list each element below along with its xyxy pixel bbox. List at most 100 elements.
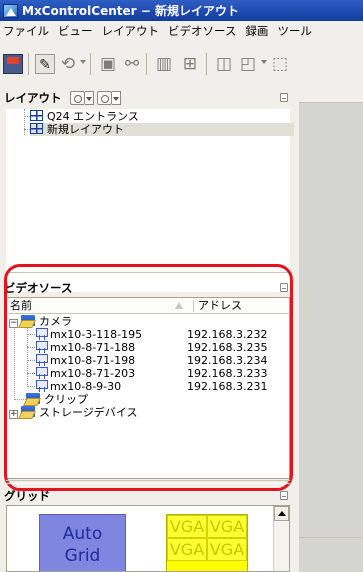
vga-grid-tile[interactable]: VGA VGA VGA VGA xyxy=(166,514,248,571)
layout-icon xyxy=(30,110,43,121)
video-source-list: 名前 アドレス − カメラ mx10-3-118-195 192.168.3.23… xyxy=(6,297,290,479)
camera-row[interactable]: mx10-8-71-203 xyxy=(35,367,135,380)
left-pane: レイアウト Q24 エントランス 新規レイアウト ビデオソース 名前 アドレス xyxy=(0,87,295,572)
scroll-up-icon[interactable] xyxy=(274,506,289,521)
window-add-icon[interactable]: ◰ xyxy=(238,54,258,74)
app-icon xyxy=(3,3,18,18)
camera-name: mx10-8-71-188 xyxy=(50,341,136,354)
layout-item[interactable]: Q24 エントランス xyxy=(30,110,143,123)
camera-name: mx10-3-118-195 xyxy=(50,328,143,341)
camera-address: 192.168.3.235 xyxy=(187,341,268,354)
camera-address: 192.168.3.233 xyxy=(187,367,268,380)
grid-list: Auto Grid VGA VGA VGA VGA xyxy=(6,505,290,572)
tree-guide xyxy=(27,334,35,335)
menu-recording[interactable]: 録画 xyxy=(242,23,274,39)
split-icon[interactable]: ▥ xyxy=(154,54,174,74)
refresh-dropdown-icon[interactable] xyxy=(80,60,86,64)
layout-item-label: 新規レイアウト xyxy=(47,123,124,136)
back-dropdown-icon[interactable] xyxy=(84,91,94,105)
camera-address: 192.168.3.234 xyxy=(187,354,268,367)
group-label: カメラ xyxy=(39,315,72,328)
vga-cell: VGA xyxy=(167,515,207,538)
column-separator[interactable] xyxy=(193,300,194,312)
camera-row[interactable]: mx10-3-118-195 xyxy=(35,328,142,341)
tree-group-clips[interactable]: クリップ xyxy=(26,393,88,406)
group-label: クリップ xyxy=(44,393,88,406)
pin-icon[interactable] xyxy=(280,283,288,292)
column-header-name[interactable]: 名前 xyxy=(7,298,193,314)
camera-icon xyxy=(35,380,48,392)
video-source-panel-title: ビデオソース xyxy=(4,281,73,295)
storage-folder-icon xyxy=(21,406,35,417)
menu-video-source[interactable]: ビデオソース xyxy=(165,23,242,39)
expand-icon[interactable]: + xyxy=(9,410,18,419)
video-source-panel-header: ビデオソース xyxy=(0,279,295,297)
layout-item-label: Q24 エントランス xyxy=(47,110,139,123)
camera-address: 192.168.3.231 xyxy=(187,380,268,393)
grid-panel-header: グリッド xyxy=(0,487,295,505)
grid-icon[interactable]: ⊞ xyxy=(180,54,200,74)
camera-name: mx10-8-9-30 xyxy=(50,380,122,393)
camera-icon xyxy=(35,367,48,379)
camera-row[interactable]: mx10-8-9-30 xyxy=(35,380,121,393)
save-icon[interactable] xyxy=(3,54,23,74)
tree-guide xyxy=(27,360,35,361)
camera-view-icon[interactable]: ▣ xyxy=(98,54,118,74)
camera-icon xyxy=(35,341,48,353)
clip-folder-icon xyxy=(26,393,40,404)
toolbar-separator xyxy=(90,53,91,75)
layout-item[interactable]: 新規レイアウト xyxy=(30,123,294,136)
refresh-icon[interactable]: ⟲ xyxy=(58,54,78,74)
camera-name: mx10-8-71-198 xyxy=(50,354,136,367)
camera-address: 192.168.3.232 xyxy=(187,328,268,341)
title-bar: MxControlCenter − 新規レイアウト xyxy=(0,0,363,21)
camera-row[interactable]: mx10-8-71-188 xyxy=(35,341,135,354)
video-area[interactable] xyxy=(295,87,363,572)
tree-group-cameras[interactable]: − カメラ xyxy=(9,315,72,328)
vga-cell: VGA xyxy=(167,538,207,561)
edit-layout-icon[interactable]: ✎ xyxy=(35,54,55,74)
forward-dropdown-icon[interactable] xyxy=(111,91,121,105)
camera-row[interactable]: mx10-8-71-198 xyxy=(35,354,135,367)
collapse-icon[interactable]: − xyxy=(9,319,18,328)
sort-ascending-icon xyxy=(175,302,183,309)
grid-panel-title: グリッド xyxy=(4,489,50,503)
toolbar-separator xyxy=(206,53,207,75)
camera-name: mx10-8-71-203 xyxy=(50,367,136,380)
menu-bar: ファイル ビュー レイアウト ビデオソース 録画 ツール xyxy=(0,21,363,41)
window-icon[interactable]: ◫ xyxy=(214,54,234,74)
panel-splitter[interactable] xyxy=(6,480,290,484)
tree-guide xyxy=(27,347,35,348)
back-icon[interactable] xyxy=(69,91,85,105)
forward-icon[interactable] xyxy=(96,91,112,105)
tree-group-storage[interactable]: + ストレージデバイス xyxy=(9,406,137,419)
auto-grid-tile[interactable]: Auto Grid xyxy=(39,514,126,571)
video-area-divider xyxy=(299,537,363,538)
layout-icon xyxy=(30,123,43,134)
menu-tools[interactable]: ツール xyxy=(274,23,318,39)
auto-grid-line1: Auto xyxy=(62,524,103,544)
window-dropdown-icon[interactable] xyxy=(261,60,267,64)
pin-icon[interactable] xyxy=(280,491,288,500)
menu-file[interactable]: ファイル xyxy=(0,23,55,39)
panel-splitter[interactable] xyxy=(6,272,290,276)
group-label: ストレージデバイス xyxy=(39,406,138,419)
column-header-address[interactable]: アドレス xyxy=(195,298,289,314)
tree-guide xyxy=(24,109,25,135)
layout-tree: Q24 エントランス 新規レイアウト xyxy=(6,109,294,292)
tree-guide xyxy=(27,386,35,387)
window-title: MxControlCenter − 新規レイアウト xyxy=(22,4,239,18)
toolbar-separator xyxy=(28,53,29,75)
pin-icon[interactable] xyxy=(280,93,288,102)
tree-guide xyxy=(14,326,15,398)
grid-scrollbar[interactable] xyxy=(273,506,289,571)
video-area-header xyxy=(299,87,363,103)
menu-view[interactable]: ビュー xyxy=(55,23,99,39)
column-header: 名前 アドレス xyxy=(7,298,289,314)
link-icon[interactable]: ⚯ xyxy=(122,54,142,74)
tree-guide xyxy=(27,373,35,374)
menu-layout[interactable]: レイアウト xyxy=(99,23,166,39)
layout-panel-header: レイアウト xyxy=(0,89,295,107)
more-icon[interactable]: ⬚ xyxy=(270,54,290,74)
tree-guide xyxy=(14,399,26,400)
